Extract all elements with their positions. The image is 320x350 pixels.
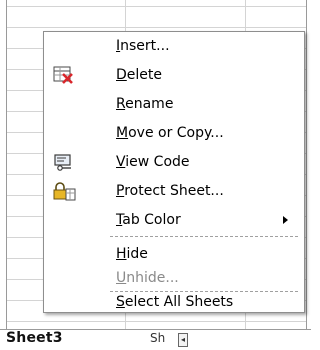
sheet-context-menu: Insert... Delete Rename Move or Copy... …	[43, 31, 305, 313]
menu-separator	[110, 236, 298, 237]
menu-item-label: Rename	[116, 96, 174, 112]
menu-item-tab-color[interactable]: Tab Color	[44, 208, 304, 232]
menu-item-move-or-copy[interactable]: Move or Copy...	[44, 121, 304, 145]
delete-sheet-icon	[53, 66, 73, 84]
menu-item-label: Tab Color	[116, 212, 181, 228]
sheet-tab-active[interactable]: Sheet3	[6, 330, 63, 346]
lock-sheet-icon	[53, 182, 76, 201]
menu-item-label: Insert...	[116, 38, 170, 54]
menu-item-label: Hide	[116, 246, 148, 262]
submenu-arrow-icon	[283, 216, 288, 224]
menu-item-label: Select All Sheets	[116, 294, 234, 310]
menu-item-protect-sheet[interactable]: Protect Sheet...	[44, 179, 304, 203]
menu-item-label: Move or Copy...	[116, 125, 224, 141]
menu-item-insert[interactable]: Insert...	[44, 34, 304, 58]
row-header-edge	[0, 0, 7, 349]
menu-item-view-code[interactable]: View Code	[44, 150, 304, 174]
menu-item-unhide: Unhide...	[44, 266, 304, 290]
menu-item-delete[interactable]: Delete	[44, 63, 304, 87]
sheet-tab-next[interactable]: Sh	[150, 331, 165, 345]
menu-item-label: View Code	[116, 154, 190, 170]
tab-scroll-icon[interactable]: ◂	[178, 333, 188, 347]
menu-item-label: Protect Sheet...	[116, 183, 224, 199]
view-code-icon	[54, 154, 71, 171]
sheet-right-edge	[306, 0, 311, 349]
menu-item-label: Unhide...	[116, 270, 179, 286]
menu-item-select-all-sheets[interactable]: Select All Sheets	[44, 290, 304, 314]
menu-item-hide[interactable]: Hide	[44, 242, 304, 266]
menu-item-label: Delete	[116, 67, 162, 83]
menu-item-rename[interactable]: Rename	[44, 92, 304, 116]
